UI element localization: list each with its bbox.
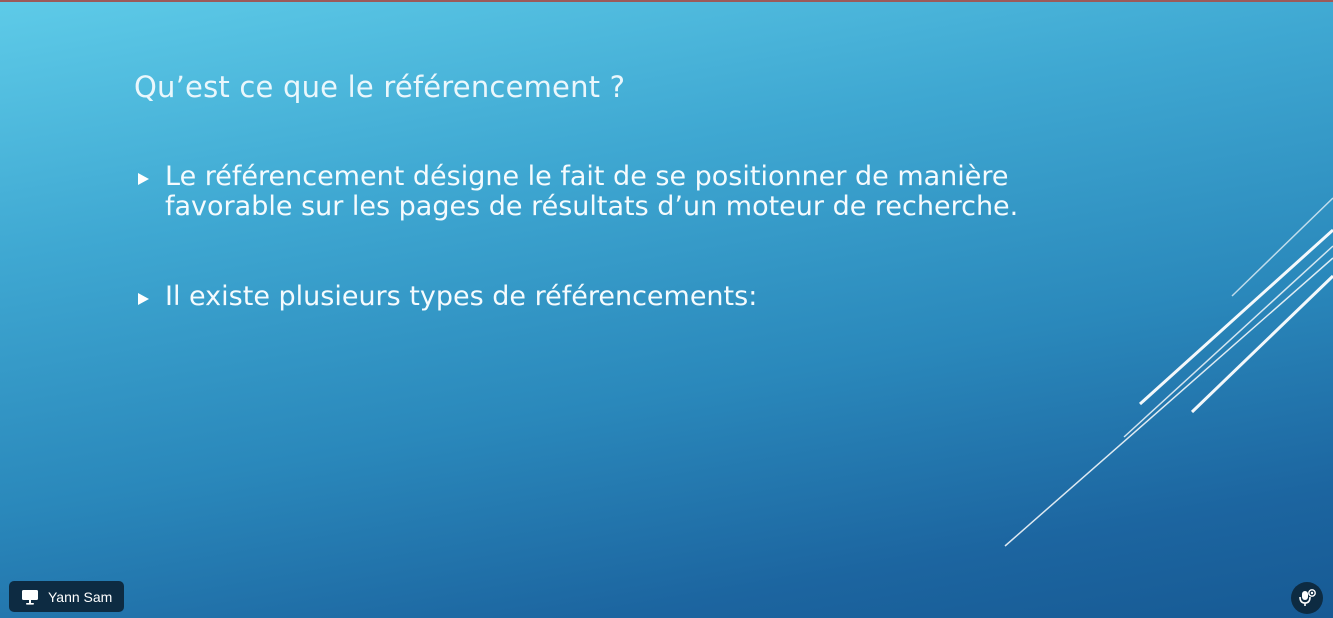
deco-line xyxy=(1190,274,1333,414)
deco-line xyxy=(1123,245,1333,438)
slide-bullet: Il existe plusieurs types de référenceme… xyxy=(136,282,1136,312)
screen-share-icon xyxy=(22,589,38,605)
slide-bullet: Le référencement désigne le fait de se p… xyxy=(136,162,1136,222)
slide-title: Qu’est ce que le référencement ? xyxy=(134,70,626,104)
presenter-name: Yann Sam xyxy=(48,588,113,605)
presenter-badge[interactable]: Yann Sam xyxy=(9,581,125,612)
window-top-edge xyxy=(0,0,1333,2)
slide-bullet-list: Le référencement désigne le fait de se p… xyxy=(136,162,1136,372)
bullet-text: Le référencement désigne le fait de se p… xyxy=(165,161,1019,222)
microphone-button[interactable] xyxy=(1291,582,1323,614)
bullet-triangle-icon xyxy=(138,293,149,305)
deco-line xyxy=(1231,197,1333,297)
deco-line xyxy=(1138,228,1333,406)
bullet-triangle-icon xyxy=(138,173,149,185)
microphone-icon xyxy=(1299,589,1316,606)
presentation-viewer: Qu’est ce que le référencement ? Le réfé… xyxy=(0,0,1333,618)
bullet-text: Il existe plusieurs types de référenceme… xyxy=(165,281,758,312)
